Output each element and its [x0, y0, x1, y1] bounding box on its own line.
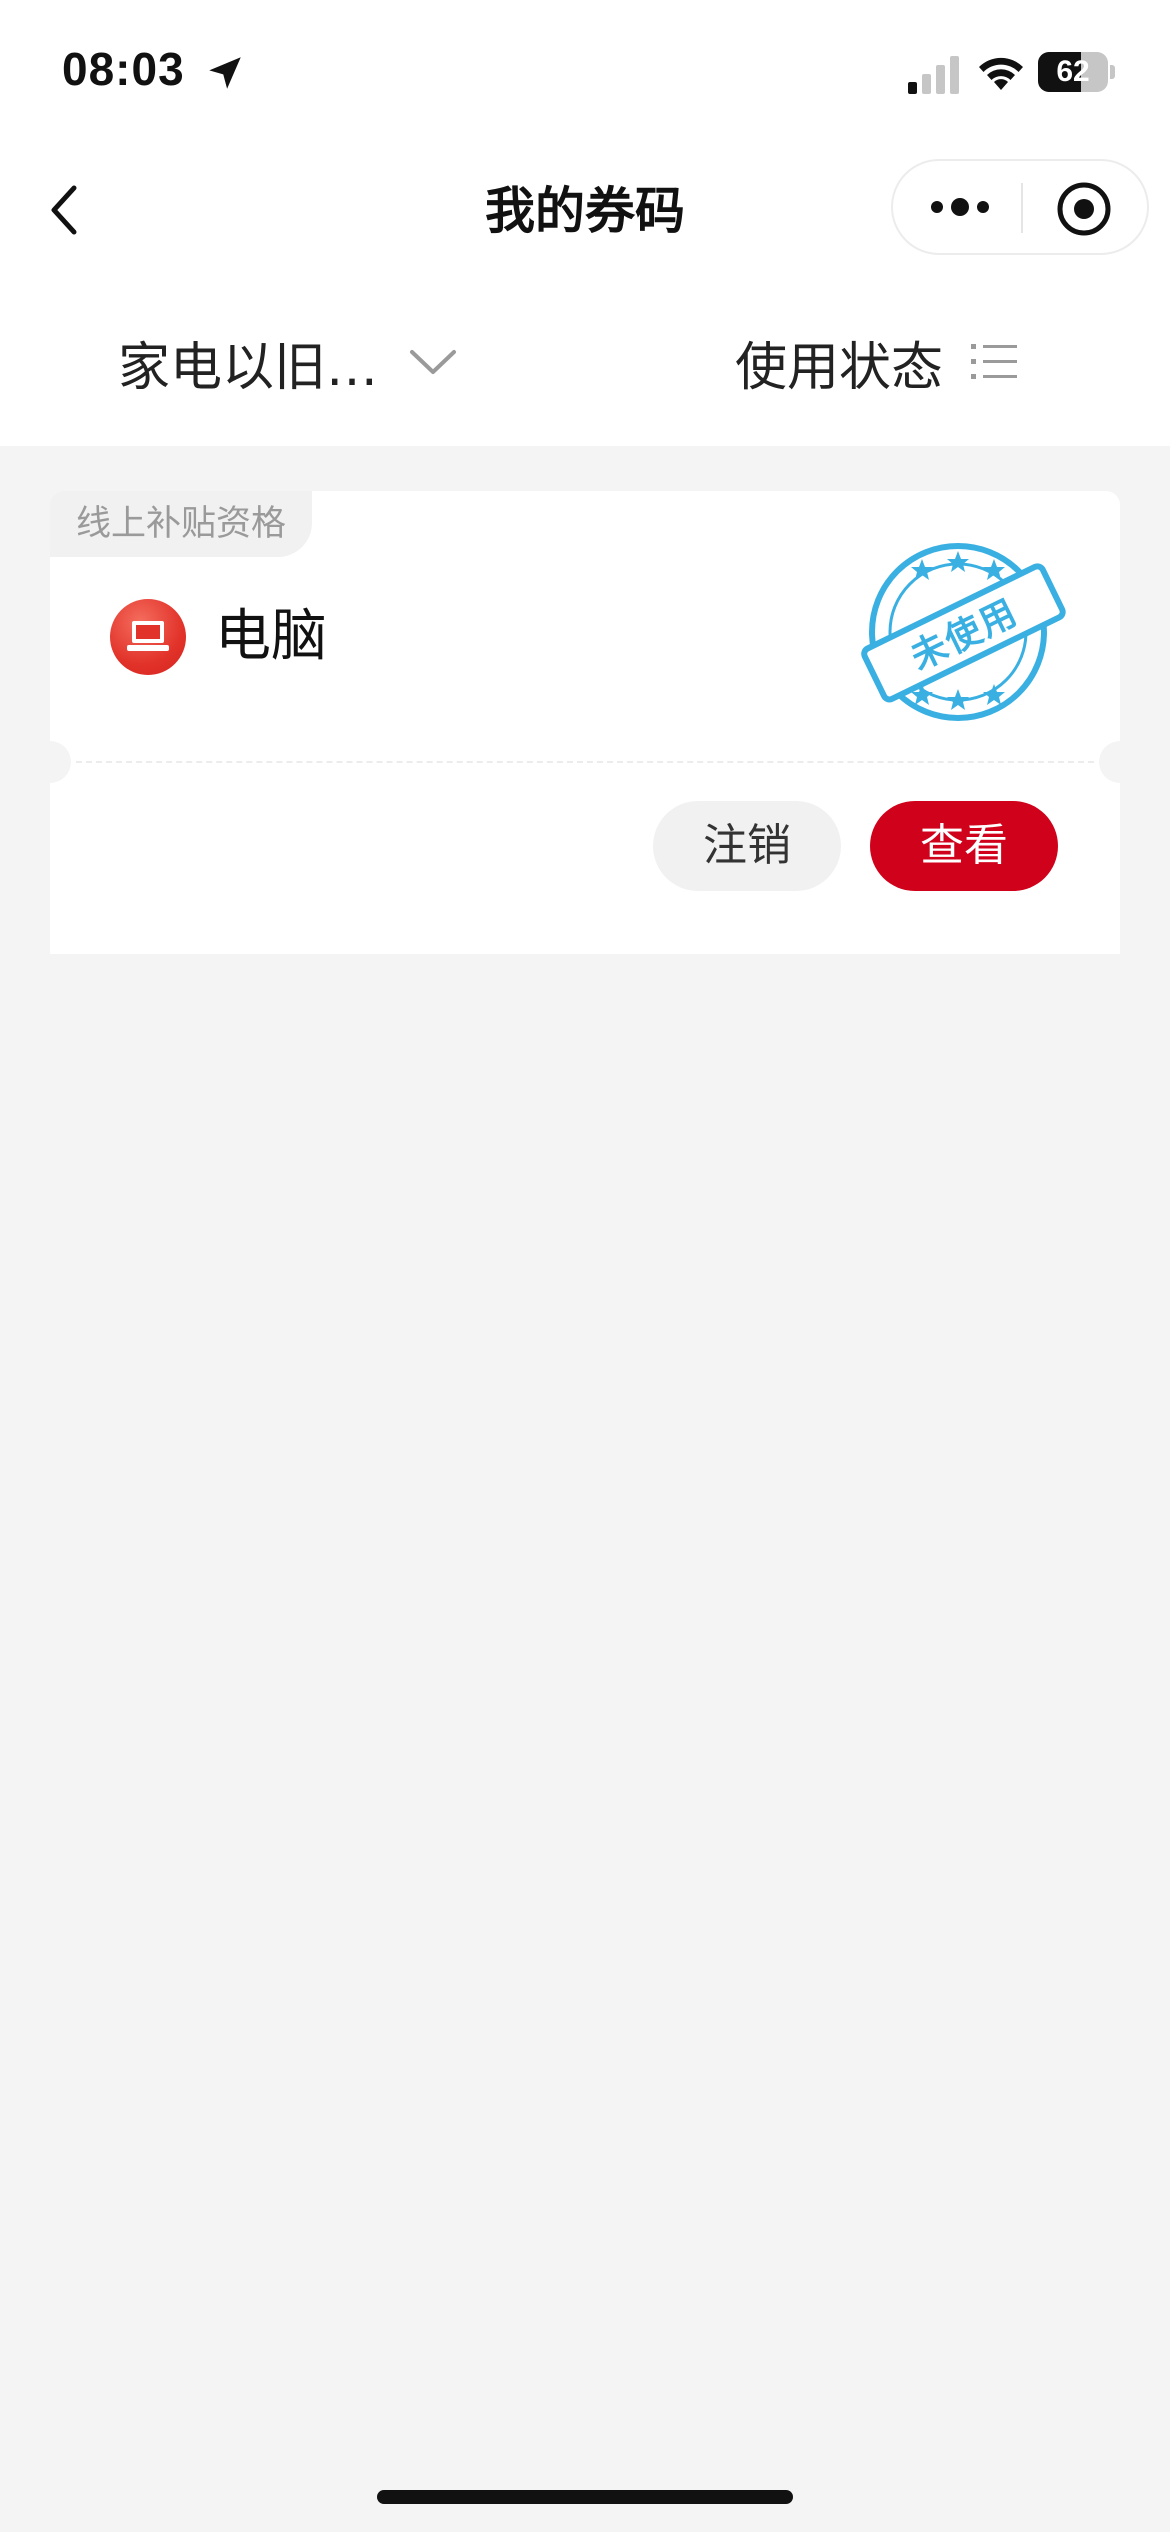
coupon-card[interactable]: 线上补贴资格 电脑 未使用 注销 查看: [29, 491, 1141, 954]
ticket-divider: [76, 761, 1094, 763]
list-icon: [971, 344, 1018, 379]
filter-bar: 家电以旧… 使用状态: [0, 282, 1170, 446]
location-arrow-icon: [209, 57, 241, 89]
home-indicator: [377, 2490, 793, 2504]
coupon-item-name: 电脑: [215, 604, 327, 669]
coupon-list-page: 08:03 62 我的券码 家电以旧… 使用状态 线上补贴资格 电脑 未使用 注…: [0, 0, 1170, 2532]
category-filter[interactable]: 家电以旧…: [118, 322, 458, 402]
battery-shell: 62: [1038, 52, 1108, 92]
target-icon[interactable]: [1056, 181, 1112, 237]
battery-level: 62: [1056, 55, 1090, 88]
more-icon[interactable]: [929, 189, 991, 225]
laptop-icon: [110, 599, 186, 675]
status-filter-label: 使用状态: [735, 337, 944, 398]
status-filter[interactable]: 使用状态: [735, 322, 1019, 402]
coupon-type-tag: 线上补贴资格: [50, 491, 313, 557]
battery-nub: [1110, 65, 1115, 79]
mini-program-capsule: [891, 159, 1149, 255]
chevron-down-icon: [410, 350, 457, 374]
unused-stamp: 未使用: [858, 537, 1068, 727]
category-filter-label: 家电以旧…: [118, 337, 379, 398]
capsule-divider: [1021, 183, 1023, 233]
ticket-notch-right: [1099, 741, 1141, 783]
wifi-icon: [979, 57, 1023, 90]
nav-bar: 我的券码: [0, 140, 1170, 282]
ticket-notch-left: [29, 741, 71, 783]
battery-icon: 62: [1038, 52, 1115, 92]
cellular-signal-icon: [908, 56, 959, 94]
cancel-button[interactable]: 注销: [653, 801, 841, 891]
status-bar: 08:03 62: [0, 0, 1170, 140]
status-time: 08:03: [62, 43, 185, 95]
view-button[interactable]: 查看: [870, 801, 1058, 891]
